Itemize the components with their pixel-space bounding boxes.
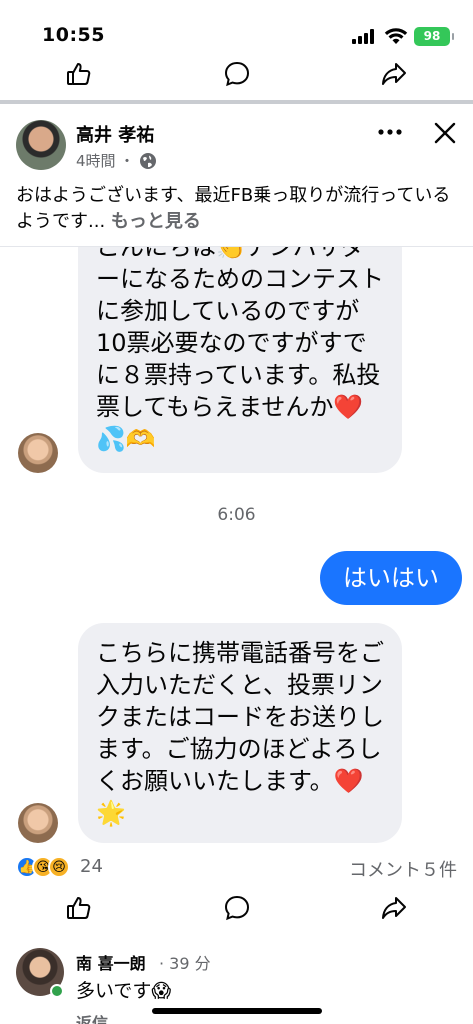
comment-bubble-icon <box>224 895 250 921</box>
share-arrow-icon <box>382 897 406 919</box>
home-indicator <box>152 1008 322 1014</box>
like-button[interactable] <box>61 890 97 926</box>
comment-count[interactable]: コメント５件 <box>349 856 457 882</box>
reply-link[interactable]: 返信 <box>76 1010 108 1024</box>
share-button[interactable] <box>376 890 412 926</box>
top-action-row <box>0 52 473 96</box>
share-button[interactable] <box>376 56 412 92</box>
author-avatar[interactable] <box>16 120 66 170</box>
online-status-badge <box>50 984 64 998</box>
post-meta: 4時間 ・ <box>76 150 157 171</box>
more-options-button[interactable] <box>376 120 404 144</box>
received-message-1: こんにちは👏アンバサダーになるためのコンテストに参加しているのですが10票必要な… <box>78 247 402 473</box>
like-button[interactable] <box>61 56 97 92</box>
globe-icon <box>139 152 156 169</box>
author-name[interactable]: 高井 孝祐 <box>76 121 154 147</box>
thumbs-up-icon <box>67 63 91 85</box>
sender-avatar <box>18 433 58 473</box>
section-divider <box>0 100 473 104</box>
status-bar: 10:55 98 <box>0 0 473 56</box>
post-time: 4時間 <box>76 152 116 170</box>
close-icon <box>434 122 456 144</box>
post-text: おはようございます、最近FB乗っ取りが流行っているようです... もっと見る <box>16 183 464 235</box>
received-message-2: こちらに携帯電話番号をご入力いただくと、投票リンクまたはコードをお送りします。ご… <box>78 623 402 843</box>
battery-indicator: 98 <box>414 27 454 46</box>
wifi-icon <box>384 28 408 44</box>
share-arrow-icon <box>382 63 406 85</box>
close-button[interactable] <box>430 118 460 148</box>
sent-message: はいはい <box>320 551 462 605</box>
signal-icon <box>352 28 378 44</box>
post-body: おはようございます、最近FB乗っ取りが流行っているようです... <box>16 185 451 232</box>
sad-reaction-icon: 😢 <box>48 856 70 878</box>
bottom-action-row <box>0 886 473 930</box>
reaction-icons[interactable]: 👍 😘 😢 <box>16 856 70 878</box>
comment-bubble-icon <box>224 61 250 87</box>
reaction-count[interactable]: 24 <box>80 856 103 877</box>
status-time: 10:55 <box>42 24 105 46</box>
thumbs-up-icon <box>67 897 91 919</box>
more-dots-icon <box>378 129 402 135</box>
comment-text: 多いです😱 <box>76 980 172 1002</box>
commenter-name[interactable]: 南 喜一朗 <box>76 950 146 974</box>
comment-button[interactable] <box>219 56 255 92</box>
post-image[interactable]: こんにちは👏アンバサダーになるためのコンテストに参加しているのですが10票必要な… <box>0 246 473 846</box>
see-more-link[interactable]: もっと見る <box>111 211 201 232</box>
meta-separator: ・ <box>119 152 135 170</box>
comment-button[interactable] <box>219 890 255 926</box>
message-timestamp: 6:06 <box>217 505 256 525</box>
sender-avatar <box>18 803 58 843</box>
comment-time: · 39 分 <box>159 954 211 973</box>
